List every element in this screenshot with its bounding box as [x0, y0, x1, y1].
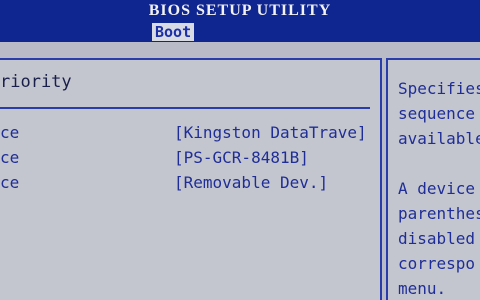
help-line: parenthes — [398, 204, 480, 223]
help-line: available — [398, 129, 480, 148]
help-panel: Specifies sequence available A device pa… — [386, 58, 480, 300]
settings-panel: riority ce [Kingston DataTrave] ce [PS-G… — [0, 58, 382, 300]
setup-frame: riority ce [Kingston DataTrave] ce [PS-G… — [0, 42, 480, 300]
boot-device-value[interactable]: [PS-GCR-8481B] — [174, 147, 309, 169]
boot-device-row[interactable]: ce [Removable Dev.] — [0, 172, 378, 194]
boot-device-label: ce — [0, 123, 20, 142]
boot-device-value[interactable]: [Kingston DataTrave] — [174, 122, 367, 144]
tab-boot[interactable]: Boot — [152, 23, 195, 41]
help-line: disabled — [398, 229, 476, 248]
section-divider — [0, 107, 370, 109]
help-line: A device — [398, 179, 476, 198]
help-line: menu. — [398, 279, 447, 298]
help-line: correspo — [398, 254, 476, 273]
section-heading: riority — [0, 72, 72, 92]
bios-title-bar: BIOS SETUP UTILITY — [0, 0, 480, 22]
boot-device-label: ce — [0, 148, 20, 167]
boot-device-row[interactable]: ce [PS-GCR-8481B] — [0, 147, 378, 169]
boot-device-row[interactable]: ce [Kingston DataTrave] — [0, 122, 378, 144]
tab-boot-label: Boot — [155, 23, 192, 41]
help-line: Specifies — [398, 79, 480, 98]
boot-device-value[interactable]: [Removable Dev.] — [174, 172, 328, 194]
boot-device-label: ce — [0, 173, 20, 192]
bios-title: BIOS SETUP UTILITY — [148, 2, 332, 19]
help-line: sequence — [398, 104, 476, 123]
menu-bar: Boot — [0, 22, 480, 42]
